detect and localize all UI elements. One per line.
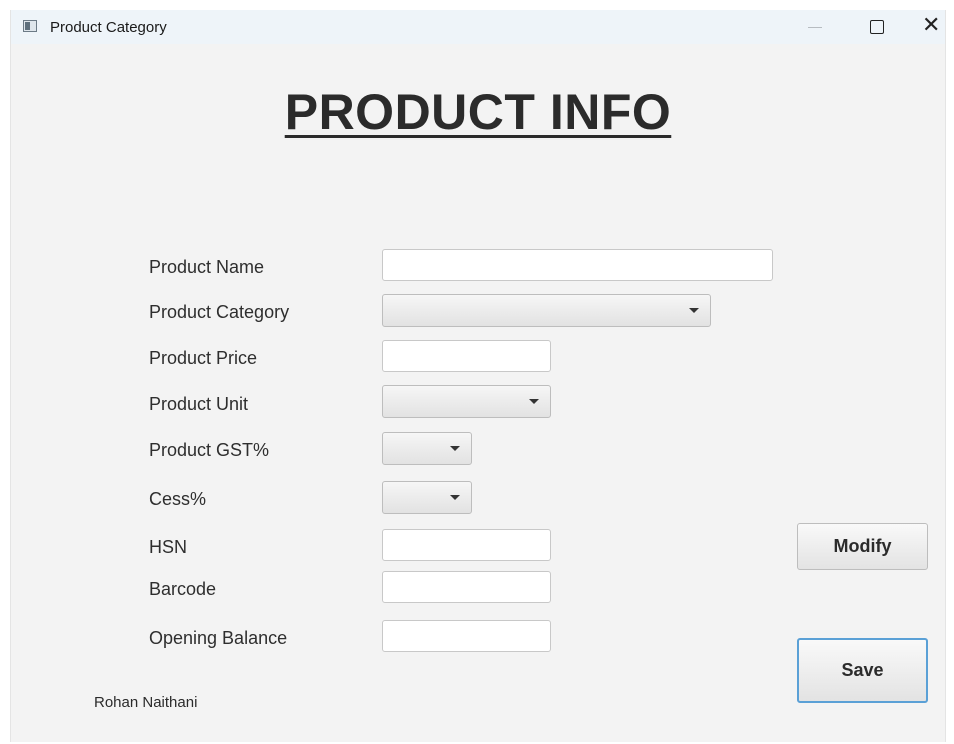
chevron-down-icon: [689, 308, 699, 313]
chevron-down-icon: [450, 495, 460, 500]
product-unit-dropdown[interactable]: [382, 385, 551, 418]
maximize-button[interactable]: [853, 10, 899, 44]
modify-button[interactable]: Modify: [797, 523, 928, 570]
product-category-dropdown[interactable]: [382, 294, 711, 327]
minimize-button[interactable]: [791, 10, 837, 44]
product-price-label: Product Price: [149, 348, 258, 368]
chevron-down-icon: [450, 446, 460, 451]
page-title: PRODUCT INFO: [284, 84, 672, 140]
close-icon: ✕: [922, 13, 941, 38]
product-category-label: Product Category: [149, 302, 290, 322]
hsn-input[interactable]: [382, 529, 551, 561]
hsn-label: HSN: [149, 537, 188, 557]
opening-balance-input[interactable]: [382, 620, 551, 652]
product-gst-label: Product GST%: [149, 440, 270, 460]
product-price-input[interactable]: [382, 340, 551, 372]
save-button[interactable]: Save: [797, 638, 928, 703]
app-window: Product Category ✕ PRODUCT INFO Product …: [10, 10, 946, 742]
product-name-input[interactable]: [382, 249, 773, 281]
close-button[interactable]: ✕: [915, 10, 945, 44]
maximize-icon: [870, 20, 884, 34]
product-gst-dropdown[interactable]: [382, 432, 472, 465]
barcode-input[interactable]: [382, 571, 551, 603]
app-window-icon: [23, 20, 37, 32]
opening-balance-label: Opening Balance: [149, 628, 288, 648]
chevron-down-icon: [529, 399, 539, 404]
title-bar[interactable]: Product Category ✕: [11, 10, 945, 44]
cess-label: Cess%: [149, 489, 207, 509]
author-label: Rohan Naithani: [94, 694, 198, 711]
product-unit-label: Product Unit: [149, 394, 249, 414]
minimize-icon: [808, 27, 822, 28]
cess-dropdown[interactable]: [382, 481, 472, 514]
window-title: Product Category: [50, 19, 167, 36]
barcode-label: Barcode: [149, 579, 217, 599]
product-name-label: Product Name: [149, 257, 265, 277]
